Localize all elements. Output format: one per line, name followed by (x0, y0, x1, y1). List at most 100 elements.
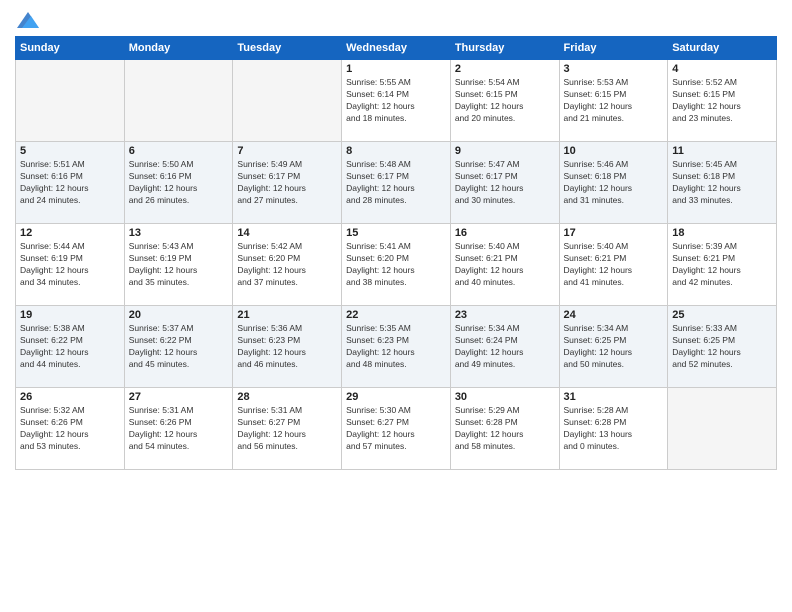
day-info: Sunrise: 5:48 AM Sunset: 6:17 PM Dayligh… (346, 159, 446, 207)
calendar-cell: 5 Sunrise: 5:51 AM Sunset: 6:16 PM Daylig… (16, 142, 125, 224)
weekday-header-thursday: Thursday (450, 37, 559, 60)
calendar-cell: 22 Sunrise: 5:35 AM Sunset: 6:23 PM Dayli… (342, 306, 451, 388)
day-number: 5 (20, 145, 120, 157)
logo (15, 10, 39, 28)
day-number: 3 (564, 63, 664, 75)
calendar-week-row: 5 Sunrise: 5:51 AM Sunset: 6:16 PM Daylig… (16, 142, 777, 224)
weekday-header-monday: Monday (124, 37, 233, 60)
calendar-cell (16, 60, 125, 142)
day-number: 13 (129, 227, 229, 239)
day-info: Sunrise: 5:51 AM Sunset: 6:16 PM Dayligh… (20, 159, 120, 207)
day-number: 14 (237, 227, 337, 239)
header (15, 10, 777, 28)
calendar-cell: 30 Sunrise: 5:29 AM Sunset: 6:28 PM Dayli… (450, 388, 559, 470)
day-number: 28 (237, 391, 337, 403)
calendar-cell: 9Sunrise: 5:47 AM Sunset: 6:17 PM Daylig… (450, 142, 559, 224)
day-info: Sunrise: 5:42 AM Sunset: 6:20 PM Dayligh… (237, 241, 337, 289)
day-info: Sunrise: 5:32 AM Sunset: 6:26 PM Dayligh… (20, 405, 120, 453)
day-info: Sunrise: 5:29 AM Sunset: 6:28 PM Dayligh… (455, 405, 555, 453)
calendar-cell: 25 Sunrise: 5:33 AM Sunset: 6:25 PM Dayli… (668, 306, 777, 388)
calendar-cell: 2 Sunrise: 5:54 AM Sunset: 6:15 PM Daylig… (450, 60, 559, 142)
day-info: Sunrise: 5:55 AM Sunset: 6:14 PM Dayligh… (346, 77, 446, 125)
day-number: 29 (346, 391, 446, 403)
calendar-cell: 17Sunrise: 5:40 AM Sunset: 6:21 PM Dayli… (559, 224, 668, 306)
calendar-cell: 18 Sunrise: 5:39 AM Sunset: 6:21 PM Dayli… (668, 224, 777, 306)
calendar-cell: 19 Sunrise: 5:38 AM Sunset: 6:22 PM Dayli… (16, 306, 125, 388)
calendar-week-row: 1 Sunrise: 5:55 AM Sunset: 6:14 PM Daylig… (16, 60, 777, 142)
calendar-cell: 10 Sunrise: 5:46 AM Sunset: 6:18 PM Dayli… (559, 142, 668, 224)
day-info: Sunrise: 5:53 AM Sunset: 6:15 PM Dayligh… (564, 77, 664, 125)
day-number: 8 (346, 145, 446, 157)
calendar-cell: 26 Sunrise: 5:32 AM Sunset: 6:26 PM Dayli… (16, 388, 125, 470)
calendar-cell (668, 388, 777, 470)
day-number: 22 (346, 309, 446, 321)
calendar-week-row: 19 Sunrise: 5:38 AM Sunset: 6:22 PM Dayli… (16, 306, 777, 388)
day-info: Sunrise: 5:41 AM Sunset: 6:20 PM Dayligh… (346, 241, 446, 289)
weekday-header-wednesday: Wednesday (342, 37, 451, 60)
calendar-cell (124, 60, 233, 142)
weekday-header-saturday: Saturday (668, 37, 777, 60)
calendar-cell: 3 Sunrise: 5:53 AM Sunset: 6:15 PM Daylig… (559, 60, 668, 142)
day-number: 19 (20, 309, 120, 321)
day-number: 6 (129, 145, 229, 157)
calendar-cell: 4 Sunrise: 5:52 AM Sunset: 6:15 PM Daylig… (668, 60, 777, 142)
calendar-cell (233, 60, 342, 142)
day-number: 26 (20, 391, 120, 403)
day-number: 18 (672, 227, 772, 239)
day-info: Sunrise: 5:46 AM Sunset: 6:18 PM Dayligh… (564, 159, 664, 207)
day-number: 24 (564, 309, 664, 321)
day-info: Sunrise: 5:39 AM Sunset: 6:21 PM Dayligh… (672, 241, 772, 289)
day-info: Sunrise: 5:47 AM Sunset: 6:17 PM Dayligh… (455, 159, 555, 207)
calendar-week-row: 12Sunrise: 5:44 AM Sunset: 6:19 PM Dayli… (16, 224, 777, 306)
page: SundayMondayTuesdayWednesdayThursdayFrid… (0, 0, 792, 612)
day-info: Sunrise: 5:45 AM Sunset: 6:18 PM Dayligh… (672, 159, 772, 207)
day-number: 23 (455, 309, 555, 321)
calendar-cell: 31Sunrise: 5:28 AM Sunset: 6:28 PM Dayli… (559, 388, 668, 470)
calendar-cell: 20 Sunrise: 5:37 AM Sunset: 6:22 PM Dayli… (124, 306, 233, 388)
weekday-header-friday: Friday (559, 37, 668, 60)
calendar-cell: 24 Sunrise: 5:34 AM Sunset: 6:25 PM Dayli… (559, 306, 668, 388)
day-info: Sunrise: 5:34 AM Sunset: 6:24 PM Dayligh… (455, 323, 555, 371)
calendar-cell: 16Sunrise: 5:40 AM Sunset: 6:21 PM Dayli… (450, 224, 559, 306)
day-info: Sunrise: 5:43 AM Sunset: 6:19 PM Dayligh… (129, 241, 229, 289)
calendar-cell: 1 Sunrise: 5:55 AM Sunset: 6:14 PM Daylig… (342, 60, 451, 142)
day-info: Sunrise: 5:34 AM Sunset: 6:25 PM Dayligh… (564, 323, 664, 371)
day-info: Sunrise: 5:38 AM Sunset: 6:22 PM Dayligh… (20, 323, 120, 371)
weekday-header-tuesday: Tuesday (233, 37, 342, 60)
day-info: Sunrise: 5:28 AM Sunset: 6:28 PM Dayligh… (564, 405, 664, 453)
day-number: 1 (346, 63, 446, 75)
calendar-cell: 21Sunrise: 5:36 AM Sunset: 6:23 PM Dayli… (233, 306, 342, 388)
day-number: 2 (455, 63, 555, 75)
day-info: Sunrise: 5:37 AM Sunset: 6:22 PM Dayligh… (129, 323, 229, 371)
calendar-cell: 13 Sunrise: 5:43 AM Sunset: 6:19 PM Dayli… (124, 224, 233, 306)
calendar-cell: 7 Sunrise: 5:49 AM Sunset: 6:17 PM Daylig… (233, 142, 342, 224)
calendar-cell: 23 Sunrise: 5:34 AM Sunset: 6:24 PM Dayli… (450, 306, 559, 388)
day-number: 7 (237, 145, 337, 157)
calendar-cell: 11Sunrise: 5:45 AM Sunset: 6:18 PM Dayli… (668, 142, 777, 224)
day-number: 4 (672, 63, 772, 75)
day-info: Sunrise: 5:40 AM Sunset: 6:21 PM Dayligh… (455, 241, 555, 289)
day-number: 20 (129, 309, 229, 321)
day-info: Sunrise: 5:54 AM Sunset: 6:15 PM Dayligh… (455, 77, 555, 125)
logo-icon (17, 10, 39, 32)
calendar-cell: 6 Sunrise: 5:50 AM Sunset: 6:16 PM Daylig… (124, 142, 233, 224)
day-info: Sunrise: 5:33 AM Sunset: 6:25 PM Dayligh… (672, 323, 772, 371)
day-number: 12 (20, 227, 120, 239)
calendar-week-row: 26 Sunrise: 5:32 AM Sunset: 6:26 PM Dayli… (16, 388, 777, 470)
day-info: Sunrise: 5:31 AM Sunset: 6:26 PM Dayligh… (129, 405, 229, 453)
weekday-header-row: SundayMondayTuesdayWednesdayThursdayFrid… (16, 37, 777, 60)
day-number: 17 (564, 227, 664, 239)
day-info: Sunrise: 5:52 AM Sunset: 6:15 PM Dayligh… (672, 77, 772, 125)
day-info: Sunrise: 5:50 AM Sunset: 6:16 PM Dayligh… (129, 159, 229, 207)
day-number: 15 (346, 227, 446, 239)
day-info: Sunrise: 5:49 AM Sunset: 6:17 PM Dayligh… (237, 159, 337, 207)
weekday-header-sunday: Sunday (16, 37, 125, 60)
day-info: Sunrise: 5:36 AM Sunset: 6:23 PM Dayligh… (237, 323, 337, 371)
day-number: 30 (455, 391, 555, 403)
day-number: 27 (129, 391, 229, 403)
day-number: 25 (672, 309, 772, 321)
day-number: 10 (564, 145, 664, 157)
calendar-cell: 27 Sunrise: 5:31 AM Sunset: 6:26 PM Dayli… (124, 388, 233, 470)
day-info: Sunrise: 5:35 AM Sunset: 6:23 PM Dayligh… (346, 323, 446, 371)
calendar-table: SundayMondayTuesdayWednesdayThursdayFrid… (15, 36, 777, 470)
